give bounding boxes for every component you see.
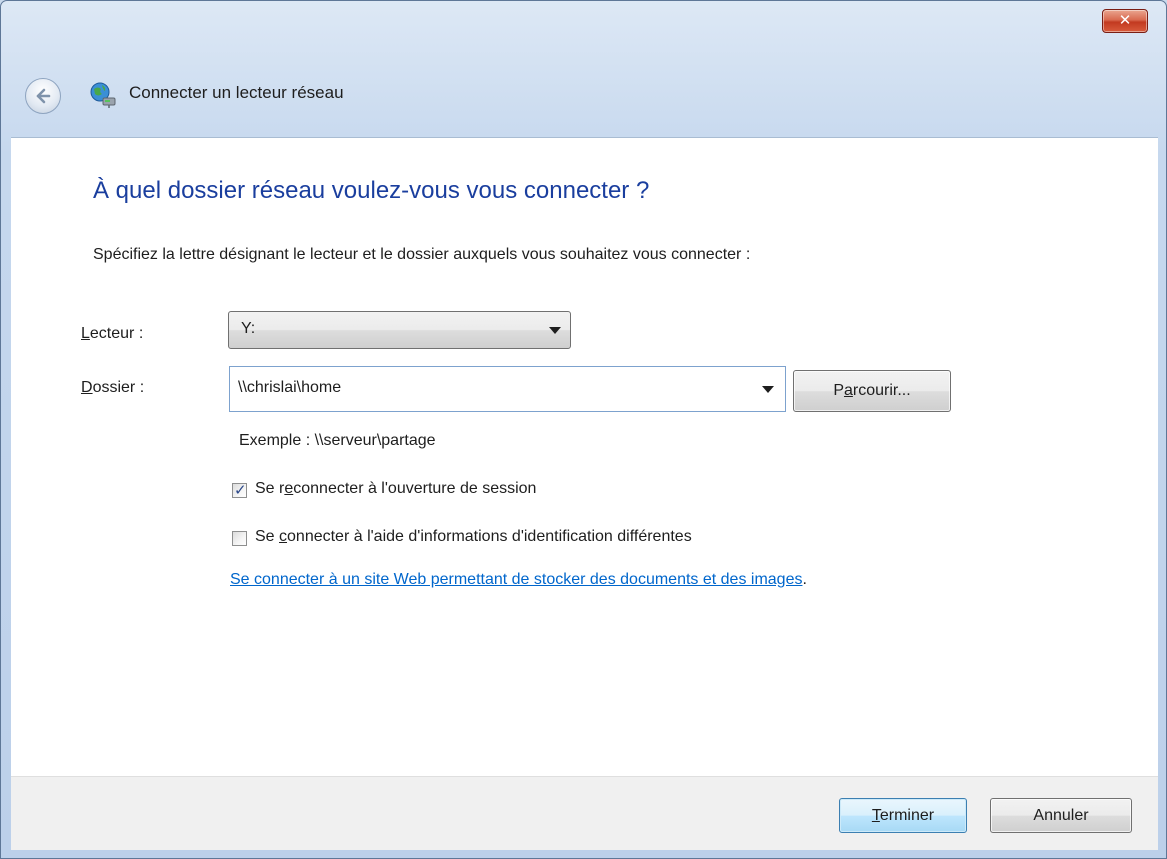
finish-label-rest: erminer <box>879 807 935 824</box>
close-icon: ✕ <box>1118 11 1132 29</box>
reconnect-label-pre: Se r <box>255 480 285 497</box>
drive-label: Lecteur : <box>81 325 143 343</box>
wizard-content: À quel dossier réseau voulez-vous vous c… <box>11 137 1158 776</box>
website-link-line: Se connecter à un site Web permettant de… <box>230 571 807 589</box>
close-button[interactable]: ✕ <box>1102 9 1148 33</box>
reconnect-label-post: connecter à l'ouverture de session <box>293 480 537 497</box>
cancel-button[interactable]: Annuler <box>990 798 1132 833</box>
page-heading: À quel dossier réseau voulez-vous vous c… <box>93 177 650 204</box>
credentials-label-mnemonic: c <box>279 528 288 545</box>
instruction-text: Spécifiez la lettre désignant le lecteur… <box>93 246 751 263</box>
title-bar: ✕ Connecter un lecteur réseau <box>1 1 1166 137</box>
reconnect-label-mnemonic: e <box>284 480 294 497</box>
checkmark-icon: ✓ <box>234 481 247 499</box>
credentials-label-post: onnecter à l'aide d'informations d'ident… <box>287 528 692 545</box>
link-suffix: . <box>802 571 807 588</box>
folder-path-input[interactable] <box>238 375 738 401</box>
website-storage-link[interactable]: Se connecter à un site Web permettant de… <box>230 571 802 588</box>
reconnect-label[interactable]: Se reconnecter à l'ouverture de session <box>255 480 536 498</box>
browse-label-post: rcourir... <box>852 382 911 399</box>
back-button[interactable] <box>25 78 61 114</box>
drive-label-rest: ecteur : <box>89 325 144 342</box>
chevron-down-icon <box>549 327 561 334</box>
drive-label-mnemonic: L <box>81 325 90 342</box>
folder-label: Dossier : <box>81 379 144 397</box>
folder-label-rest: ossier : <box>92 379 145 396</box>
browse-label-pre: P <box>833 382 844 399</box>
credentials-label[interactable]: Se connecter à l'aide d'informations d'i… <box>255 528 692 546</box>
window-title: Connecter un lecteur réseau <box>129 83 344 102</box>
finish-button[interactable]: Terminer <box>839 798 967 833</box>
credentials-checkbox[interactable] <box>232 531 247 546</box>
back-arrow-icon <box>36 88 51 104</box>
browse-button[interactable]: Parcourir... <box>793 370 951 412</box>
folder-label-mnemonic: D <box>81 379 93 396</box>
network-drive-icon <box>90 82 116 108</box>
drive-letter-select[interactable]: Y: <box>228 311 571 349</box>
finish-label-mnemonic: T <box>871 807 880 824</box>
browse-label-mnemonic: a <box>843 382 853 399</box>
example-text: Exemple : \\serveur\partage <box>239 432 436 449</box>
chevron-down-icon[interactable] <box>762 386 774 393</box>
credentials-label-pre: Se <box>255 528 280 545</box>
button-bar: Terminer Annuler <box>11 776 1158 850</box>
reconnect-checkbox[interactable]: ✓ <box>232 481 247 499</box>
dialog-window: ✕ Connecter un lecteur réseau À quel dos… <box>0 0 1167 859</box>
drive-letter-value: Y: <box>241 320 256 337</box>
folder-path-combobox[interactable] <box>229 366 786 412</box>
